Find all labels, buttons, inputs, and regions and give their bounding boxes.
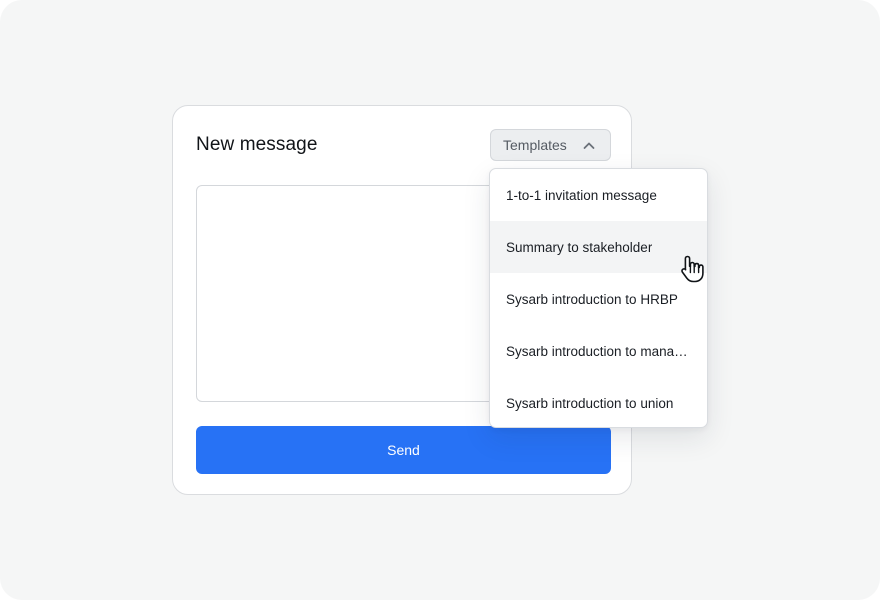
hand-pointer-cursor-icon xyxy=(681,255,704,283)
template-item-intro-hrbp[interactable]: Sysarb introduction to HRBP xyxy=(490,273,707,325)
template-item-1to1-invitation[interactable]: 1-to-1 invitation message xyxy=(490,169,707,221)
template-item-intro-union[interactable]: Sysarb introduction to union xyxy=(490,377,707,427)
canvas-background: New message Templates Send 1-to-1 invita… xyxy=(0,0,880,600)
template-item-label: Sysarb introduction to mana… xyxy=(506,343,688,359)
card-title: New message xyxy=(196,134,318,155)
template-item-label: Sysarb introduction to union xyxy=(506,395,674,411)
template-item-label: 1-to-1 invitation message xyxy=(506,187,657,203)
templates-button[interactable]: Templates xyxy=(490,129,611,161)
send-button[interactable]: Send xyxy=(196,426,611,474)
templates-dropdown: 1-to-1 invitation message Summary to sta… xyxy=(489,168,708,428)
chevron-up-icon xyxy=(583,142,595,149)
template-item-intro-manager[interactable]: Sysarb introduction to mana… xyxy=(490,325,707,377)
template-item-summary-stakeholder[interactable]: Summary to stakeholder xyxy=(490,221,707,273)
templates-button-label: Templates xyxy=(503,137,567,153)
send-button-label: Send xyxy=(387,442,420,458)
template-item-label: Summary to stakeholder xyxy=(506,239,653,255)
template-item-label: Sysarb introduction to HRBP xyxy=(506,291,678,307)
